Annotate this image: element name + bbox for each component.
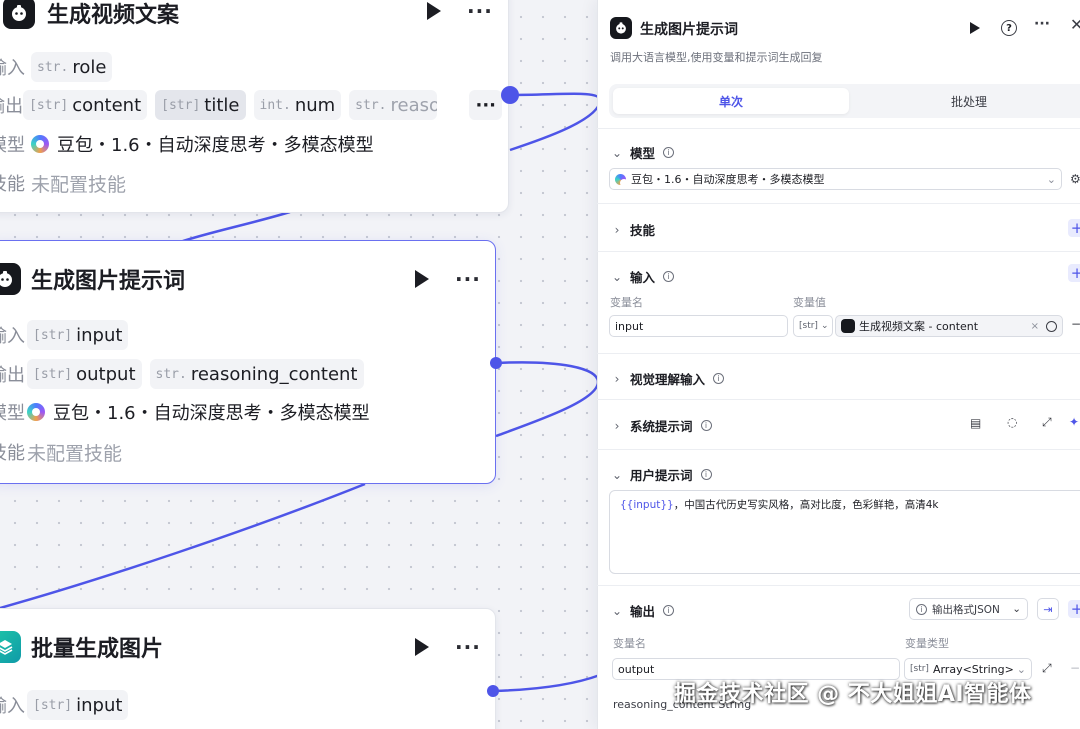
edge-video-to-image	[509, 92, 602, 152]
layers-icon	[0, 631, 21, 663]
node-title: 批量生成图片	[31, 637, 164, 662]
edge-image-out	[495, 361, 600, 438]
tab-single[interactable]: 单次	[613, 88, 849, 114]
close-icon[interactable]: ✕	[1070, 15, 1080, 34]
node-video-copy[interactable]: 生成视频文案 ··· 输入 str.role 输出 [str]content […	[0, 0, 509, 213]
input-tag-role: str. role	[31, 52, 113, 82]
edge-batch-out	[492, 673, 601, 693]
input-label: 输入	[0, 326, 25, 347]
edge-video-down	[179, 210, 291, 244]
more-options-button[interactable]: ···	[455, 637, 481, 657]
tab-batch[interactable]: 批处理	[853, 88, 1080, 114]
bot-icon	[610, 17, 632, 39]
model-value: 豆包・1.6・自动深度思考・多模态模型	[57, 135, 374, 156]
output-tag-content: [str] content	[23, 90, 148, 120]
input-label: 输入	[0, 58, 25, 79]
node-image-prompt[interactable]: 生成图片提示词 ··· 输入 [str]input 输出 [str]output…	[0, 240, 496, 484]
panel-title: 生成图片提示词	[640, 22, 738, 38]
model-label: 模型	[0, 135, 25, 156]
bot-icon	[3, 0, 35, 29]
skill-value: 未配置技能	[31, 173, 127, 196]
output-port[interactable]	[487, 685, 499, 697]
input-tag-input: [str] input	[27, 320, 129, 350]
output-tag-reasoning: str. reasoning_content	[149, 359, 364, 389]
more-options-button[interactable]: ···	[1034, 16, 1050, 32]
run-button[interactable]	[415, 638, 429, 656]
skill-label: 技能	[0, 174, 25, 195]
skill-value: 未配置技能	[27, 442, 123, 465]
output-label: 输出	[0, 96, 24, 117]
help-icon[interactable]: ?	[1001, 20, 1017, 36]
output-tag-output: [str] output	[27, 359, 142, 389]
watermark: 掘金技术社区 @ 不大姐姐AI智能体	[674, 682, 1032, 707]
model-value: 豆包・1.6・自动深度思考・多模态模型	[53, 403, 370, 424]
output-tag-num: int. num	[253, 90, 342, 120]
skill-label: 技能	[0, 443, 25, 464]
mode-tabs: 单次 批处理	[609, 84, 1080, 118]
more-options-button[interactable]: ···	[467, 1, 493, 21]
output-tag-reasoning: str.reasonin	[349, 90, 438, 120]
model-label: 模型	[0, 403, 25, 424]
more-outputs-button[interactable]: ···	[469, 90, 502, 120]
output-tag-title: [str] title	[155, 90, 246, 120]
output-label: 输出	[0, 365, 25, 386]
output-port[interactable]	[490, 357, 502, 369]
output-port[interactable]	[501, 86, 519, 104]
panel-description: 调用大语言模型,使用变量和提示词生成回复	[610, 51, 823, 64]
bot-icon	[0, 263, 21, 295]
more-options-button[interactable]: ···	[455, 269, 481, 289]
node-title: 生成图片提示词	[31, 269, 186, 294]
node-title: 生成视频文案	[47, 3, 180, 28]
doubao-logo-icon	[31, 135, 49, 153]
run-button[interactable]	[427, 2, 441, 20]
run-button[interactable]	[970, 22, 980, 34]
run-button[interactable]	[415, 270, 429, 288]
doubao-logo-icon	[27, 403, 45, 421]
node-batch-images[interactable]: 批量生成图片 ··· 输入 [str]input	[0, 608, 496, 729]
input-label: 输入	[0, 696, 25, 717]
edge-image-to-batch	[0, 482, 366, 610]
input-tag-input: [str] input	[27, 690, 129, 720]
